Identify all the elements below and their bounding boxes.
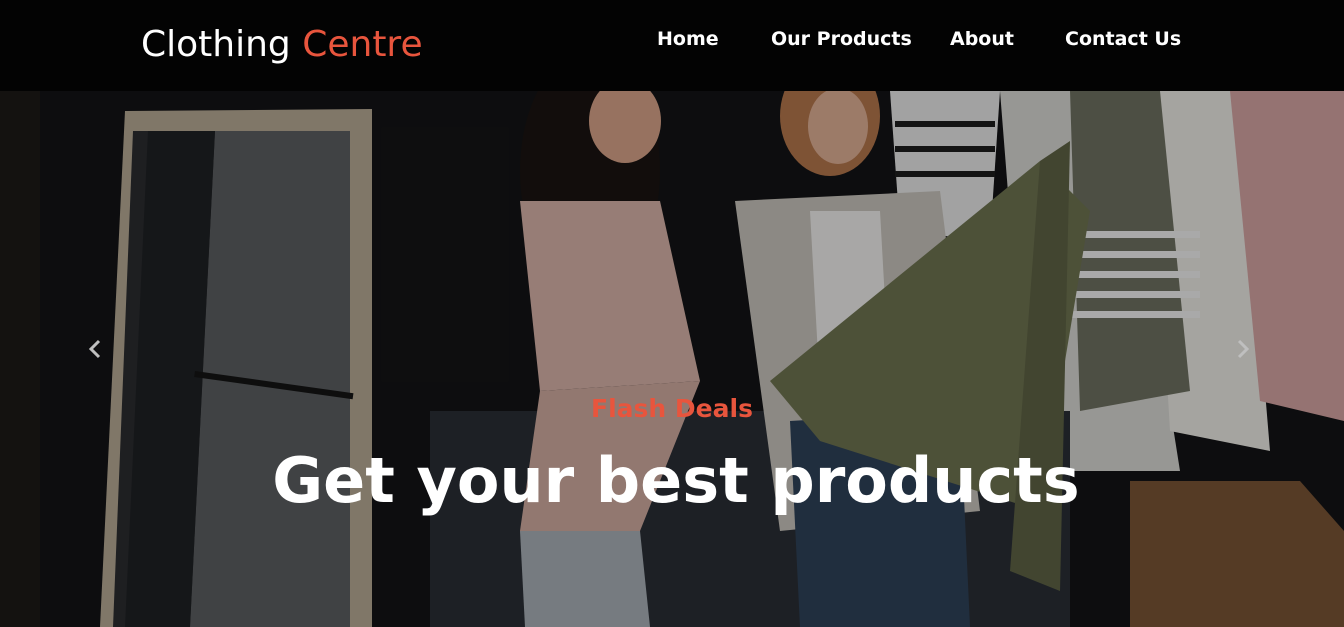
hero-subtitle: Flash Deals — [591, 394, 753, 423]
brand-name-accent: Centre — [302, 24, 423, 65]
carousel-prev-button[interactable] — [87, 339, 117, 369]
brand-name-primary: Clothing — [141, 24, 291, 65]
navbar: Clothing Centre Home Our Products About … — [0, 0, 1344, 91]
nav-contact-us[interactable]: Contact Us — [1065, 27, 1181, 51]
nav-about[interactable]: About — [950, 27, 1014, 51]
nav-our-products[interactable]: Our Products — [771, 27, 912, 51]
hero-dark-overlay — [0, 91, 1344, 627]
chevron-left-icon — [88, 339, 101, 359]
carousel-next-button[interactable] — [1235, 339, 1265, 369]
brand-logo[interactable]: Clothing Centre — [141, 22, 423, 68]
hero-title: Get your best products — [272, 444, 1080, 517]
chevron-right-icon — [1237, 339, 1250, 359]
hero-carousel: Flash Deals Get your best products — [0, 91, 1344, 627]
nav-home[interactable]: Home — [657, 27, 719, 51]
